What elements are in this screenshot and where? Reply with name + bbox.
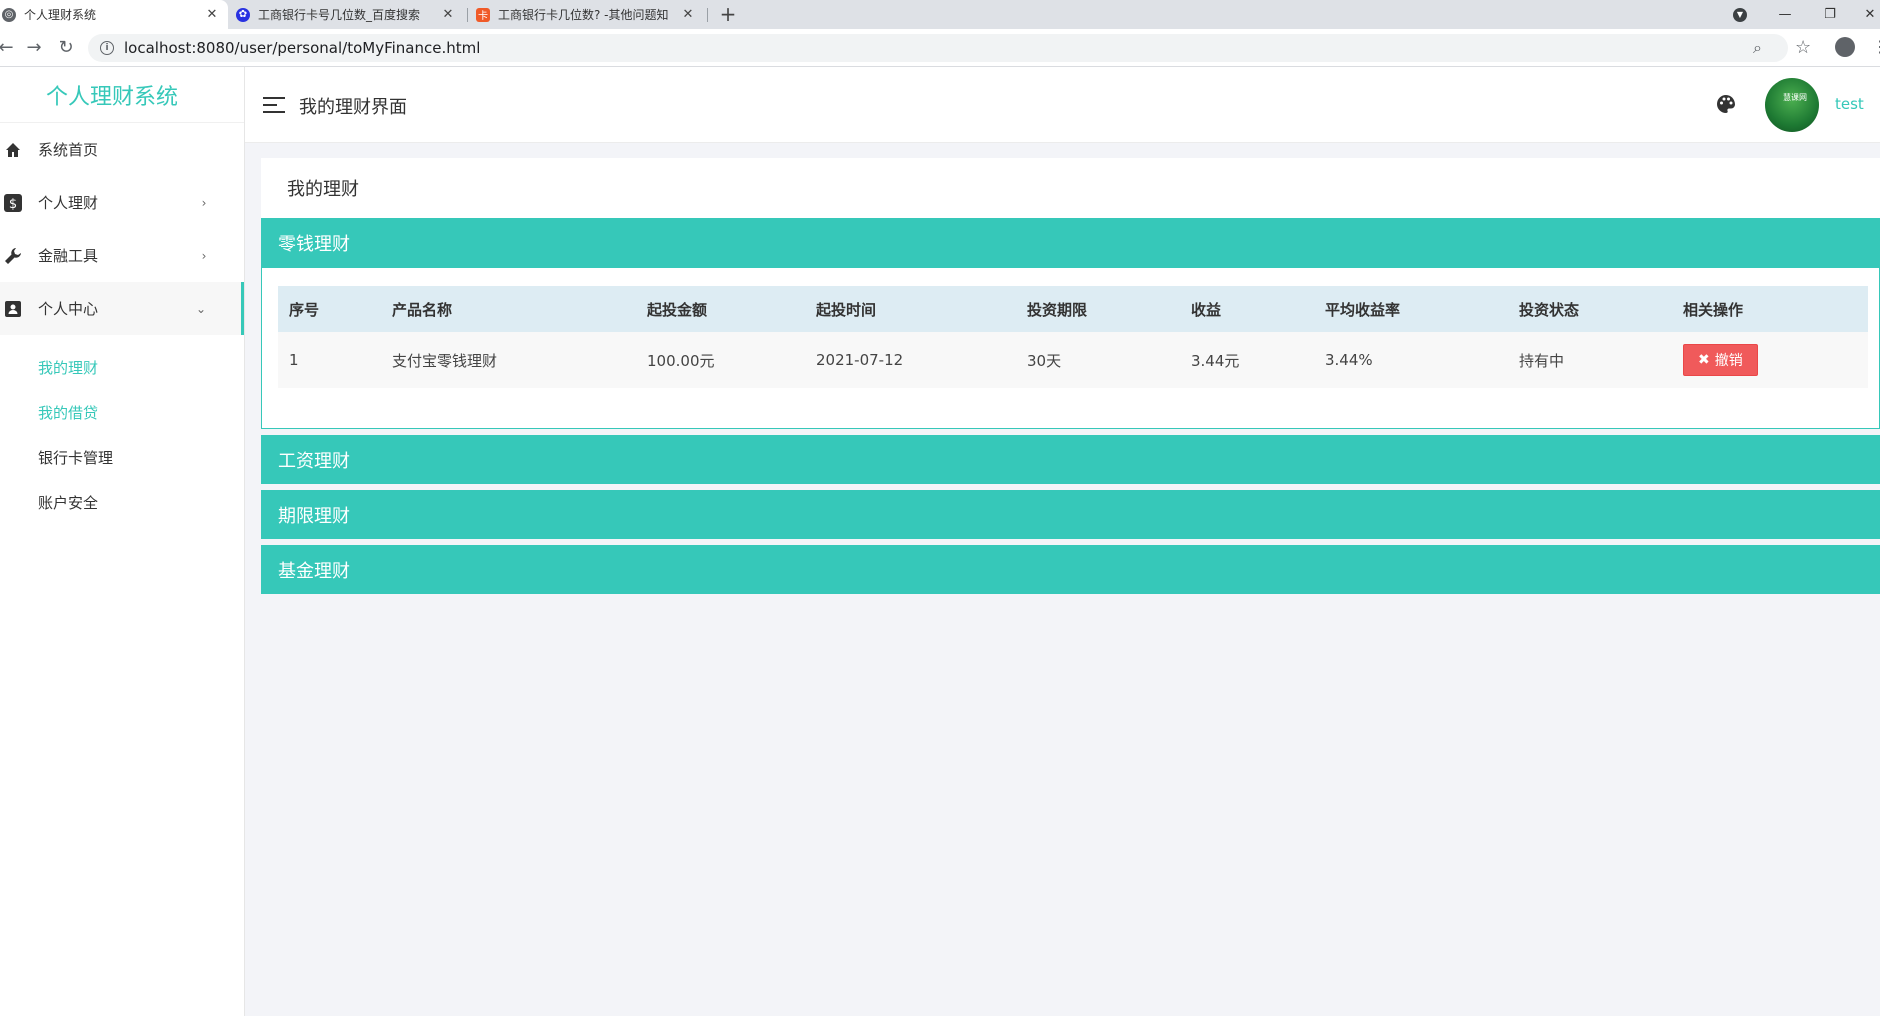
submenu-spacer	[0, 335, 244, 345]
column-header: 产品名称	[392, 300, 453, 319]
column-header: 相关操作	[1683, 300, 1744, 319]
tab-zhidao[interactable]: 卡 工商银行卡几位数? -其他问题知 ✕	[476, 0, 704, 29]
palette-icon[interactable]	[1715, 93, 1737, 115]
page-header-title: 我的理财界面	[299, 97, 407, 118]
sidebar-item-home[interactable]: 系统首页	[0, 123, 244, 176]
sidebar-item-finance-tools[interactable]: 金融工具 ›	[0, 229, 244, 282]
sidebar: 个人理财系统 系统首页 $ 个人理财 › 金融工具 › 个人中心 ⌄ 我的理财 …	[0, 67, 245, 1016]
chevron-down-icon: ⌄	[195, 301, 207, 316]
browser-toolbar: ← → ↻ i localhost:8080/user/personal/toM…	[0, 29, 1880, 67]
sidebar-subitem-account-security[interactable]: 账户安全	[0, 480, 244, 525]
cell-rate: 3.44%	[1325, 351, 1373, 369]
tab-baidu-search[interactable]: ✿ 工商银行卡号几位数_百度搜索 ✕	[236, 0, 464, 29]
panel-header[interactable]: 基金理财	[261, 545, 1880, 594]
cell-start-date: 2021-07-12	[816, 351, 904, 369]
forward-icon[interactable]: →	[22, 37, 46, 58]
panel-fund-finance: 基金理财	[261, 545, 1880, 594]
main-content: 我的理财 零钱理财 序号 产品名称 起投金额 起投时间 投资期限 收益 平均收益…	[261, 158, 1880, 594]
avatar-logo-text: 慧课网	[1783, 93, 1807, 102]
browser-menu-icon[interactable]: ⋮	[1872, 37, 1880, 56]
back-icon[interactable]: ←	[0, 37, 18, 58]
column-header: 起投金额	[647, 300, 708, 319]
sidebar-item-personal-center[interactable]: 个人中心 ⌄	[0, 282, 244, 335]
page-title: 我的理财	[261, 158, 1880, 218]
svg-text:$: $	[9, 197, 17, 212]
minimize-icon[interactable]: —	[1765, 0, 1805, 29]
bookmark-star-icon[interactable]: ☆	[1795, 37, 1811, 58]
sidebar-subitem-bank-cards[interactable]: 银行卡管理	[0, 435, 244, 480]
cell-period: 30天	[1027, 351, 1062, 370]
new-tab-icon[interactable]: +	[718, 2, 738, 26]
finance-table: 序号 产品名称 起投金额 起投时间 投资期限 收益 平均收益率 投资状态 相关操…	[278, 286, 1868, 388]
close-icon[interactable]: ✕	[680, 7, 696, 22]
close-window-icon[interactable]: ✕	[1850, 0, 1880, 29]
revoke-button[interactable]: ✖ 撤销	[1683, 344, 1758, 376]
hamburger-menu-icon[interactable]	[263, 97, 285, 113]
sidebar-item-label: 系统首页	[38, 141, 99, 159]
tab-separator	[707, 8, 708, 22]
column-header: 收益	[1191, 300, 1222, 319]
sidebar-item-personal-finance[interactable]: $ 个人理财 ›	[0, 176, 244, 229]
column-header: 投资期限	[1027, 300, 1088, 319]
table-row: 1 支付宝零钱理财 100.00元 2021-07-12 30天 3.44元 3…	[278, 332, 1868, 388]
tab-personal-finance[interactable]: ◎ 个人理财系统 ✕	[0, 0, 228, 29]
panel-salary-finance: 工资理财	[261, 435, 1880, 484]
reload-icon[interactable]: ↻	[54, 37, 78, 58]
tab-title: 工商银行卡号几位数_百度搜索	[258, 8, 421, 22]
column-header: 投资状态	[1519, 300, 1580, 319]
app-header: 我的理财界面 慧课网 test	[245, 67, 1880, 143]
cell-income: 3.44元	[1191, 351, 1240, 370]
close-icon[interactable]: ✕	[440, 7, 456, 22]
cell-status: 持有中	[1519, 351, 1565, 370]
home-icon	[4, 141, 22, 159]
restore-icon[interactable]: ❐	[1810, 0, 1850, 29]
close-icon[interactable]: ✕	[204, 7, 220, 22]
tab-title: 工商银行卡几位数? -其他问题知	[498, 8, 669, 22]
panel-header[interactable]: 零钱理财	[261, 218, 1880, 268]
cell-amount: 100.00元	[647, 351, 715, 370]
address-bar[interactable]: i localhost:8080/user/personal/toMyFinan…	[88, 34, 1788, 62]
chevron-right-icon: ›	[201, 248, 207, 263]
url-text: localhost:8080/user/personal/toMyFinance…	[124, 39, 481, 57]
sidebar-subitem-my-loans[interactable]: 我的借贷	[0, 390, 244, 435]
panel-header[interactable]: 工资理财	[261, 435, 1880, 484]
contact-card-icon	[4, 300, 22, 318]
chevron-right-icon: ›	[201, 195, 207, 210]
wrench-icon	[4, 247, 22, 265]
panel-body: 序号 产品名称 起投金额 起投时间 投资期限 收益 平均收益率 投资状态 相关操…	[261, 268, 1880, 429]
tab-separator	[467, 8, 468, 22]
cell-action: ✖ 撤销	[1672, 332, 1868, 388]
sidebar-item-label: 个人理财	[38, 194, 99, 212]
panel-change-finance: 零钱理财 序号 产品名称 起投金额 起投时间 投资期限 收益 平均收益率 投资状…	[261, 218, 1880, 429]
avatar[interactable]: 慧课网	[1765, 78, 1819, 132]
zhidao-icon: 卡	[476, 7, 490, 22]
app-logo[interactable]: 个人理财系统	[0, 67, 244, 123]
site-info-icon[interactable]: i	[100, 41, 114, 55]
panel-header[interactable]: 期限理财	[261, 490, 1880, 539]
close-icon: ✖	[1698, 352, 1710, 368]
table-header-row: 序号 产品名称 起投金额 起投时间 投资期限 收益 平均收益率 投资状态 相关操…	[278, 286, 1868, 332]
tab-search-icon[interactable]: ▼	[1720, 0, 1760, 29]
revoke-button-label: 撤销	[1714, 353, 1743, 369]
panel-term-finance: 期限理财	[261, 490, 1880, 539]
tab-title: 个人理财系统	[24, 8, 97, 22]
column-header: 序号	[289, 300, 320, 319]
profile-icon[interactable]	[1835, 37, 1855, 57]
column-header: 平均收益率	[1325, 300, 1401, 319]
sidebar-subitem-my-finance[interactable]: 我的理财	[0, 345, 244, 390]
zoom-icon[interactable]: ⌕	[1753, 38, 1762, 58]
cell-product-name: 支付宝零钱理财	[392, 351, 498, 370]
sidebar-item-label: 个人中心	[38, 300, 99, 318]
column-header: 起投时间	[816, 300, 877, 319]
baidu-paw-icon: ✿	[236, 7, 250, 22]
username-link[interactable]: test	[1835, 95, 1864, 113]
sidebar-item-label: 金融工具	[38, 247, 99, 265]
cell-index: 1	[289, 351, 299, 369]
dollar-icon: $	[4, 193, 22, 212]
globe-icon: ◎	[2, 7, 16, 22]
browser-tab-bar: ◎ 个人理财系统 ✕ ✿ 工商银行卡号几位数_百度搜索 ✕ 卡 工商银行卡几位数…	[0, 0, 1880, 29]
